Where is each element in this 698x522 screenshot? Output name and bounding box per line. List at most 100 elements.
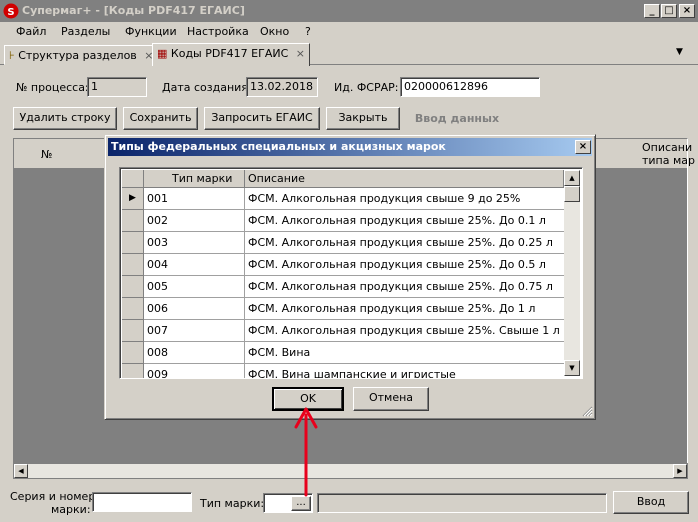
row-code[interactable]: 002 [144,210,245,232]
scroll-right-icon[interactable]: ▶ [673,464,687,478]
grid-col-number: № [41,148,53,161]
dialog-title: Типы федеральных специальных и акцизных … [111,140,446,153]
row-code[interactable]: 008 [144,342,245,364]
tree-icon: ⊦ [9,49,15,62]
mark-types-dialog: Типы федеральных специальных и акцизных … [104,134,596,420]
browse-mark-type-button[interactable]: ... [291,496,311,511]
scroll-down-icon[interactable]: ▼ [564,360,580,376]
row-code[interactable]: 007 [144,320,245,342]
col-header-type[interactable]: Тип марки [144,170,245,188]
barcode-icon: ▦ [157,47,168,60]
svg-text:S: S [7,7,14,18]
row-description[interactable]: ФСМ. Алкогольная продукция свыше 9 до 25… [245,188,564,210]
menu-settings[interactable]: Настройка [187,25,249,38]
list-item[interactable]: 002 ФСМ. Алкогольная продукция свыше 25%… [122,210,564,232]
app-logo-icon: S [3,3,19,19]
title-bar: S Супермаг+ - [Коды PDF417 ЕГАИС] _ □ × [0,0,698,22]
grid-col-desc-line1: Описани [642,141,693,154]
minimize-button[interactable]: _ [644,4,660,18]
row-code[interactable]: 004 [144,254,245,276]
process-label: № процесса: [16,81,89,94]
row-indicator [122,232,144,254]
row-code[interactable]: 003 [144,232,245,254]
dialog-close-icon[interactable]: × [575,140,591,154]
process-number-field[interactable]: 1 [87,77,147,97]
data-entry-button[interactable]: Ввод данных [410,109,504,129]
tab-structure[interactable]: ⊦ Структура разделов × [4,45,159,65]
tab-strip: ⊦ Структура разделов × ▦ Коды PDF417 ЕГА… [0,43,698,66]
row-indicator [122,320,144,342]
current-row-icon: ▶ [129,193,136,203]
row-indicator [122,298,144,320]
row-description[interactable]: ФСМ. Вина шампанские и игристые [245,364,564,378]
list-item[interactable]: 006 ФСМ. Алкогольная продукция свыше 25%… [122,298,564,320]
row-description[interactable]: ФСМ. Алкогольная продукция свыше 25%. До… [245,210,564,232]
row-indicator [122,276,144,298]
menu-sections[interactable]: Разделы [61,25,110,38]
delete-row-button[interactable]: Удалить строку [13,107,117,130]
menu-help[interactable]: ? [305,25,311,38]
mark-type-description-field[interactable] [317,493,607,513]
row-description[interactable]: ФСМ. Алкогольная продукция свыше 25%. До… [245,276,564,298]
fsrar-label: Ид. ФСРАР: [334,81,399,94]
list-item[interactable]: 003 ФСМ. Алкогольная продукция свыше 25%… [122,232,564,254]
row-indicator [122,254,144,276]
row-code[interactable]: 001 [144,188,245,210]
list-item[interactable]: 008 ФСМ. Вина [122,342,564,364]
row-description[interactable]: ФСМ. Алкогольная продукция свыше 25%. До… [245,232,564,254]
save-button[interactable]: Сохранить [123,107,198,130]
serial-number-field[interactable] [92,492,192,512]
row-indicator: ▶ [122,188,144,210]
col-header-description[interactable]: Описание [245,170,564,188]
list-item[interactable]: 004 ФСМ. Алкогольная продукция свыше 25%… [122,254,564,276]
list-item[interactable]: ▶ 001 ФСМ. Алкогольная продукция свыше 9… [122,188,564,210]
close-button[interactable]: Закрыть [326,107,400,130]
menu-file[interactable]: Файл [16,25,46,38]
row-indicator [122,364,144,378]
row-indicator-header [122,170,144,188]
row-code[interactable]: 006 [144,298,245,320]
menu-window[interactable]: Окно [260,25,289,38]
created-date-label: Дата создания: [162,81,252,94]
row-description[interactable]: ФСМ. Вина [245,342,564,364]
tab-pdf417[interactable]: ▦ Коды PDF417 ЕГАИС × [152,43,310,66]
maximize-button[interactable]: □ [661,4,677,18]
row-description[interactable]: ФСМ. Алкогольная продукция свыше 25%. До… [245,298,564,320]
resize-grip-icon[interactable] [581,405,593,417]
serial-label-line2: марки: [51,503,91,516]
row-description[interactable]: ФСМ. Алкогольная продукция свыше 25%. Св… [245,320,564,342]
serial-label-line1: Серия и номер [10,490,96,503]
menu-functions[interactable]: Функции [125,25,177,38]
list-header: Тип марки Описание [122,170,564,188]
list-item[interactable]: 007 ФСМ. Алкогольная продукция свыше 25%… [122,320,564,342]
close-window-button[interactable]: × [679,4,695,18]
grid-col-desc-line2: типа мар [642,154,696,167]
fsrar-id-field[interactable]: 020000612896 [400,77,540,97]
grid-horizontal-scrollbar[interactable]: ◀ ▶ [13,463,688,479]
dialog-title-bar: Типы федеральных специальных и акцизных … [108,138,592,156]
tab-list-dropdown-icon[interactable]: ▼ [676,47,683,57]
enter-button[interactable]: Ввод [613,491,689,514]
mark-type-label: Тип марки: [200,497,265,510]
scroll-left-icon[interactable]: ◀ [14,464,28,478]
tab-structure-label: Структура разделов [18,49,137,62]
mark-types-list[interactable]: Тип марки Описание ▶ 001 ФСМ. Алкогольна… [119,167,583,379]
request-egais-button[interactable]: Запросить ЕГАИС [204,107,320,130]
row-description[interactable]: ФСМ. Алкогольная продукция свыше 25%. До… [245,254,564,276]
scroll-thumb[interactable] [564,186,580,202]
list-vertical-scrollbar[interactable]: ▲ ▼ [564,170,580,376]
list-item[interactable]: 009 ФСМ. Вина шампанские и игристые [122,364,564,378]
created-date-field[interactable]: 13.02.2018 [246,77,318,97]
row-indicator [122,210,144,232]
row-code[interactable]: 009 [144,364,245,378]
row-indicator [122,342,144,364]
close-icon[interactable]: × [296,47,305,60]
annotation-arrow-icon [294,407,318,497]
list-item[interactable]: 005 ФСМ. Алкогольная продукция свыше 25%… [122,276,564,298]
tab-pdf417-label: Коды PDF417 ЕГАИС [170,47,289,60]
window-title: Супермаг+ - [Коды PDF417 ЕГАИС] [22,4,245,17]
menu-bar: Файл Разделы Функции Настройка Окно ? [0,22,698,42]
scroll-up-icon[interactable]: ▲ [564,170,580,186]
cancel-button[interactable]: Отмена [353,387,429,411]
row-code[interactable]: 005 [144,276,245,298]
